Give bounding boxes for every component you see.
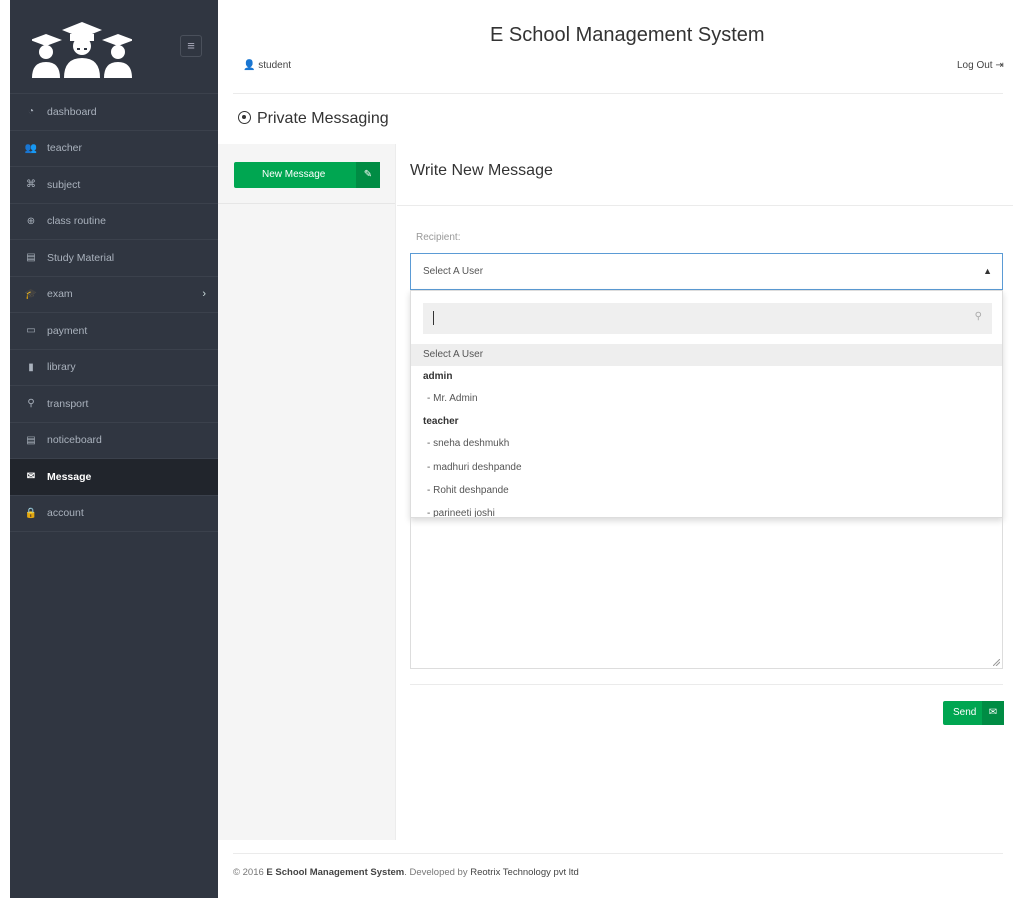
username: student — [258, 60, 292, 71]
sidebar-item-exam[interactable]: 🎓 exam › — [10, 277, 218, 313]
logo-area: ≡ — [10, 0, 218, 94]
graduation-cap-icon: 🎓 — [24, 288, 38, 300]
option-teacher[interactable]: - parineeti joshi — [411, 503, 1002, 517]
credit-card-icon: ▭ — [26, 325, 36, 337]
chevron-up-icon: ▲ — [983, 266, 992, 276]
book-icon: ⌘ — [26, 179, 36, 191]
recipient-dropdown: ⚲ Select A User admin - Mr. Admin teache… — [410, 290, 1003, 518]
footer-company-link[interactable]: Reotrix Technology pvt ltd — [470, 867, 579, 878]
sidebar-item-transport[interactable]: ⚲ transport — [10, 386, 218, 423]
new-message-label: New Message — [262, 169, 326, 180]
sidebar-item-label: class routine — [47, 215, 106, 228]
sidebar-nav: ◔ dashboard 👥 teacher ⌘ subject ⊕ class routine… — [10, 94, 218, 532]
user-icon: 👤 — [243, 60, 256, 71]
lock-icon: 🔒 — [24, 507, 38, 519]
sidebar-item-label: Study Material — [47, 251, 115, 264]
message-textarea[interactable] — [410, 518, 1003, 669]
logout-label: Log Out — [957, 60, 993, 71]
option-select-a-user[interactable]: Select A User — [411, 344, 1002, 366]
resize-handle-icon[interactable] — [993, 659, 1000, 666]
divider — [233, 93, 1003, 94]
chevron-right-icon: › — [202, 287, 206, 300]
users-icon: 👥 — [24, 142, 38, 154]
option-group-admin: admin — [423, 371, 453, 382]
sidebar-item-label: noticeboard — [47, 434, 102, 447]
sidebar-item-label: teacher — [47, 142, 83, 155]
divider — [397, 205, 1013, 206]
send-label: Send — [953, 707, 977, 718]
sidebar-item-class-routine[interactable]: ⊕ class routine — [10, 204, 218, 240]
logout-icon: ⇥ — [995, 60, 1004, 71]
page-title-text: Private Messaging — [257, 110, 389, 127]
option-teacher[interactable]: - sneha deshmukh — [411, 433, 1002, 455]
gauge-icon: ◔ — [27, 106, 35, 118]
sidebar-item-label: account — [47, 507, 84, 520]
location-icon: ⚲ — [27, 398, 35, 410]
logout-link[interactable]: Log Out ⇥ — [957, 60, 1004, 71]
message-list-panel: New Message ✎ — [218, 144, 396, 840]
option-teacher[interactable]: - madhuri deshpande — [411, 457, 1002, 479]
page-title: Private Messaging — [238, 110, 389, 128]
sidebar-item-noticeboard[interactable]: ▤ noticeboard — [10, 423, 218, 459]
sidebar-item-label: subject — [47, 178, 81, 191]
option-admin[interactable]: - Mr. Admin — [411, 388, 1002, 410]
sidebar-item-account[interactable]: 🔒 account — [10, 496, 218, 532]
notice-icon: ▤ — [26, 434, 36, 446]
compose-heading: Write New Message — [410, 162, 553, 179]
recipient-select[interactable]: Select A User ▲ — [410, 253, 1003, 290]
sidebar-item-label: payment — [47, 324, 88, 337]
sidebar: ≡ ◔ dashboard 👥 teacher ⌘ subject ⊕ class routi… — [10, 0, 218, 898]
sidebar-item-message[interactable]: ✉ Message — [10, 459, 218, 496]
sidebar-item-label: dashboard — [47, 105, 97, 118]
sidebar-item-label: Message — [47, 470, 92, 483]
envelope-icon: ✉ — [26, 471, 36, 483]
text-cursor — [433, 311, 434, 325]
dropdown-search-input[interactable]: ⚲ — [423, 303, 992, 334]
sidebar-item-label: transport — [47, 397, 89, 410]
user-menu[interactable]: 👤 student — [243, 60, 291, 71]
footer-brand: E School Management System — [266, 867, 405, 878]
sidebar-item-teacher[interactable]: 👥 teacher — [10, 131, 218, 167]
option-teacher[interactable]: - Rohit deshpande — [411, 480, 1002, 502]
footer-copyright: © 2016 — [233, 867, 264, 878]
circle-dot-icon — [238, 111, 251, 124]
send-button[interactable]: Send ✉ — [943, 701, 1004, 725]
sidebar-item-label: library — [47, 361, 76, 374]
recipient-select-value: Select A User — [423, 266, 484, 277]
menu-toggle-button[interactable]: ≡ — [180, 35, 202, 57]
sidebar-item-library[interactable]: ▮ library — [10, 350, 218, 386]
library-icon: ▮ — [28, 361, 34, 373]
app-title: E School Management System — [490, 24, 765, 46]
divider — [410, 684, 1003, 685]
sidebar-item-study-material[interactable]: ▤ Study Material — [10, 240, 218, 277]
footer: © 2016 E School Management System. Devel… — [233, 867, 579, 878]
panel-top: New Message ✎ — [218, 144, 395, 204]
envelope-icon: ✉ — [982, 701, 1004, 725]
new-message-button[interactable]: New Message ✎ — [234, 162, 380, 188]
sidebar-item-dashboard[interactable]: ◔ dashboard — [10, 94, 218, 131]
divider — [233, 853, 1003, 854]
book-open-icon: ▤ — [26, 252, 36, 264]
recipient-label: Recipient: — [416, 232, 461, 243]
sidebar-item-payment[interactable]: ▭ payment — [10, 313, 218, 350]
sidebar-item-subject[interactable]: ⌘ subject — [10, 167, 218, 204]
search-icon: ⚲ — [974, 311, 982, 322]
sidebar-item-label: exam — [47, 288, 73, 301]
clock-icon: ⊕ — [26, 215, 36, 227]
pencil-icon: ✎ — [356, 162, 380, 188]
footer-text: . Developed by — [404, 867, 468, 878]
option-group-teacher: teacher — [423, 416, 459, 427]
graduates-logo-icon — [32, 22, 132, 78]
